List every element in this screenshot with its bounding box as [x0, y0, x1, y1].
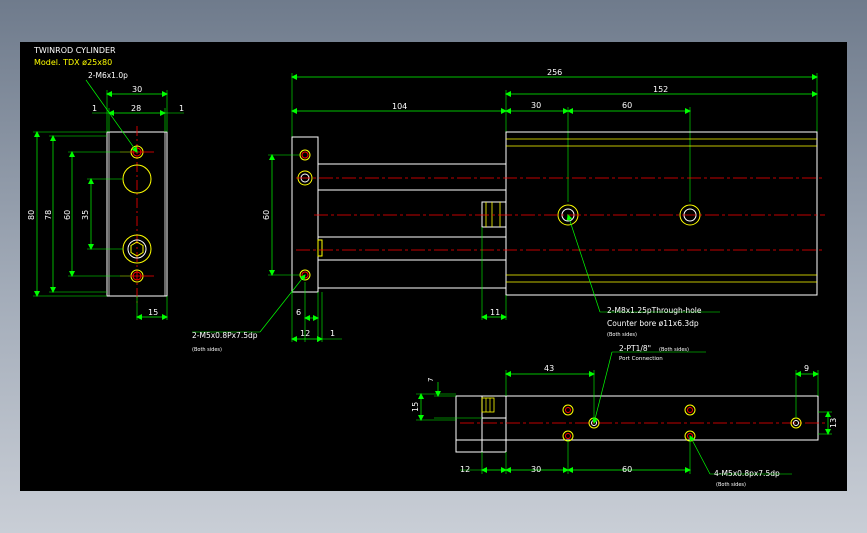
- note-m6: 2-M6x1.0p: [88, 71, 128, 80]
- cylinder-body: [505, 131, 818, 296]
- dim-60-front: 60: [622, 101, 632, 110]
- left-end-view: 30 28 1 1 2-M6x1.0p 80 78 60 35 15: [27, 71, 184, 320]
- note-pt: 2-PT1/8": [619, 344, 651, 353]
- note-m5-bottom: 4-M5x0.8px7.5dp: [714, 469, 780, 478]
- dim-1-front: 1: [330, 329, 335, 338]
- dim-104: 104: [392, 102, 407, 111]
- dim-256: 256: [547, 68, 562, 77]
- note-m8-sub: (Both sides): [607, 332, 637, 338]
- note-m8: 2-M8x1.25pThrough-hole: [607, 306, 702, 315]
- dim-43: 43: [544, 364, 554, 373]
- note-pt-sub: (Both sides): [659, 347, 689, 353]
- note-m8-counterbore: Counter bore ø11x6.3dp: [607, 319, 699, 328]
- dim-7: 7: [427, 378, 435, 382]
- dim-28: 28: [131, 104, 141, 113]
- dim-12-front: 12: [300, 329, 310, 338]
- dim-60-left: 60: [63, 210, 72, 220]
- dim-30: 30: [132, 85, 142, 94]
- note-m5-front-sub: (Both sides): [192, 347, 222, 353]
- dim-80: 80: [27, 210, 36, 220]
- dim-11: 11: [490, 308, 500, 317]
- drawing-model: Model. TDX ø25x80: [34, 58, 112, 67]
- dim-152: 152: [653, 85, 668, 94]
- cad-drawing: TWINROD CYLINDER Model. TDX ø25x80 30 28: [27, 46, 838, 488]
- dim-15-bottom: 15: [411, 402, 420, 412]
- dim-12-bottom: 12: [460, 465, 470, 474]
- cad-drawing-viewport[interactable]: TWINROD CYLINDER Model. TDX ø25x80 30 28: [20, 42, 847, 491]
- note-m5-front: 2-M5x0.8Px7.5dp: [192, 331, 258, 340]
- dim-15-left: 15: [148, 308, 158, 317]
- dim-30-bottom: 30: [531, 465, 541, 474]
- dim-6: 6: [296, 308, 301, 317]
- front-view: 256 104 152 30 60 60 6 12 1 11 2-M5x0.8P…: [192, 68, 825, 353]
- dim-78: 78: [44, 210, 53, 220]
- dim-30-front: 30: [531, 101, 541, 110]
- bottom-body-outline: [455, 395, 819, 441]
- dim-1-left: 1: [92, 104, 97, 113]
- dim-1-right: 1: [179, 104, 184, 113]
- bottom-view: 43 9 7 15 13 12 30 60 2-PT1/8" (Both sid…: [411, 344, 838, 488]
- note-pt-port: Port Connection: [619, 356, 663, 362]
- dim-60-front-v: 60: [262, 210, 271, 220]
- drawing-title: TWINROD CYLINDER: [33, 46, 116, 55]
- dim-9: 9: [804, 364, 809, 373]
- note-m5-bottom-sub: (Both sides): [716, 482, 746, 488]
- dim-60-bottom: 60: [622, 465, 632, 474]
- dim-35: 35: [81, 210, 90, 220]
- dim-13: 13: [829, 418, 838, 428]
